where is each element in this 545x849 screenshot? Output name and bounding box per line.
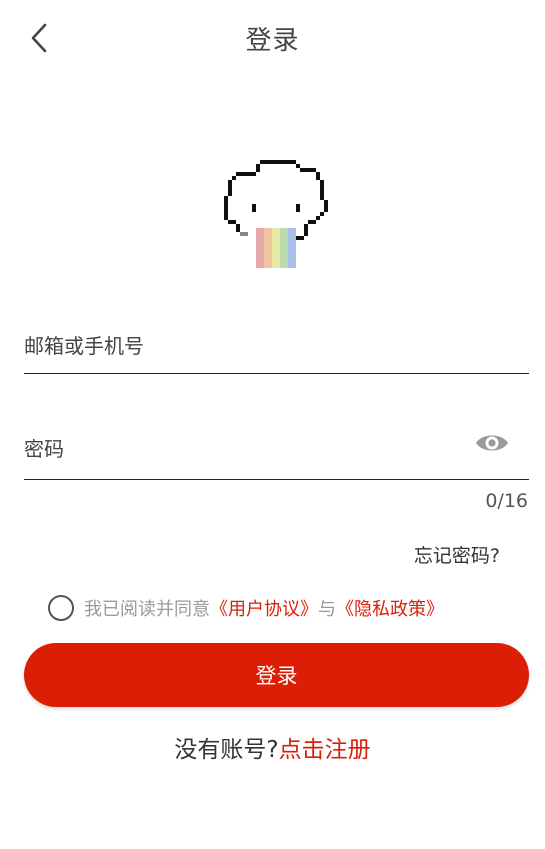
user-agreement-link[interactable]: 《用户协议》: [210, 595, 318, 621]
password-visibility-toggle[interactable]: [473, 428, 511, 458]
register-prompt: 没有账号?: [174, 737, 279, 763]
account-field-wrapper: [24, 318, 529, 374]
password-field-wrapper: [24, 418, 529, 480]
login-button-label: 登录: [255, 664, 298, 688]
agreement-row: 我已阅读并同意 《用户协议》 与 《隐私政策》: [48, 594, 444, 622]
privacy-policy-link[interactable]: 《隐私政策》: [336, 595, 444, 621]
forgot-password-link[interactable]: 忘记密码?: [414, 541, 500, 568]
password-input[interactable]: [24, 418, 529, 479]
agreement-conjunction: 与: [318, 599, 336, 620]
register-row: 没有账号?点击注册: [0, 730, 545, 764]
agreement-radio[interactable]: [48, 595, 74, 621]
login-button[interactable]: 登录: [24, 643, 529, 707]
page-title: 登录: [245, 26, 300, 56]
pixel-cloud-rainbow-logo: [224, 160, 328, 268]
agreement-prefix: 我已阅读并同意: [84, 599, 210, 620]
eye-icon: [476, 435, 508, 451]
login-page: 登录 邮箱或手机号 0/16 忘记密码? 我已阅读并同意 《用户协议》 与 《隐…: [0, 0, 545, 849]
register-link[interactable]: 点击注册: [279, 737, 371, 763]
password-length-counter: 0/16: [485, 490, 528, 512]
account-input[interactable]: [24, 318, 529, 373]
